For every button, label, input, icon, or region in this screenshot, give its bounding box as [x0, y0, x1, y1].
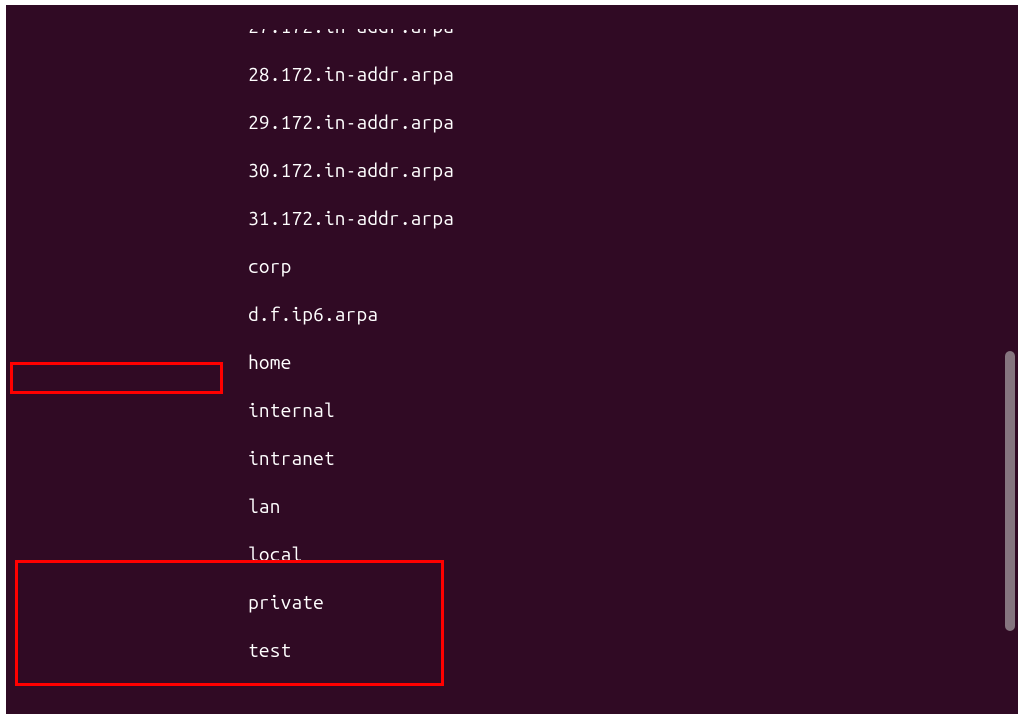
domain-entry: private — [14, 590, 1018, 614]
domain-entry: test — [14, 638, 1018, 662]
domain-entry: 31.172.in-addr.arpa — [14, 206, 1018, 230]
domain-entry: lan — [14, 494, 1018, 518]
domain-entry: 30.172.in-addr.arpa — [14, 158, 1018, 182]
domain-entry-partial: 27.172.in-addr.arpa — [14, 29, 1018, 38]
domain-entry: local — [14, 542, 1018, 566]
terminal-viewport[interactable]: 27.172.in-addr.arpa 28.172.in-addr.arpa … — [6, 5, 1018, 714]
terminal-content: 27.172.in-addr.arpa 28.172.in-addr.arpa … — [6, 5, 1018, 714]
terminal-window: 27.172.in-addr.arpa 28.172.in-addr.arpa … — [0, 0, 1024, 720]
domain-text: internal — [248, 399, 335, 421]
domain-text: private — [248, 591, 324, 613]
domain-text: intranet — [248, 447, 335, 469]
domain-text: local — [248, 543, 302, 565]
domain-text: corp — [248, 255, 291, 277]
domain-text: 28.172.in-addr.arpa — [248, 63, 454, 85]
domain-entry: 29.172.in-addr.arpa — [14, 110, 1018, 134]
domain-text: home — [248, 351, 291, 373]
domain-entry: d.f.ip6.arpa — [14, 302, 1018, 326]
domain-text: d.f.ip6.arpa — [248, 303, 378, 325]
domain-text: 30.172.in-addr.arpa — [248, 159, 454, 181]
domain-entry: corp — [14, 254, 1018, 278]
domain-entry: internal — [14, 398, 1018, 422]
blank-line — [14, 686, 1018, 710]
domain-entry: home — [14, 350, 1018, 374]
scrollbar-track[interactable] — [1003, 11, 1015, 708]
domain-text: lan — [248, 495, 281, 517]
domain-text: 31.172.in-addr.arpa — [248, 207, 454, 229]
domain-text: test — [248, 639, 291, 661]
domain-text: 29.172.in-addr.arpa — [248, 111, 454, 133]
domain-entry: intranet — [14, 446, 1018, 470]
scrollbar-thumb[interactable] — [1005, 351, 1015, 631]
domain-entry: 28.172.in-addr.arpa — [14, 62, 1018, 86]
